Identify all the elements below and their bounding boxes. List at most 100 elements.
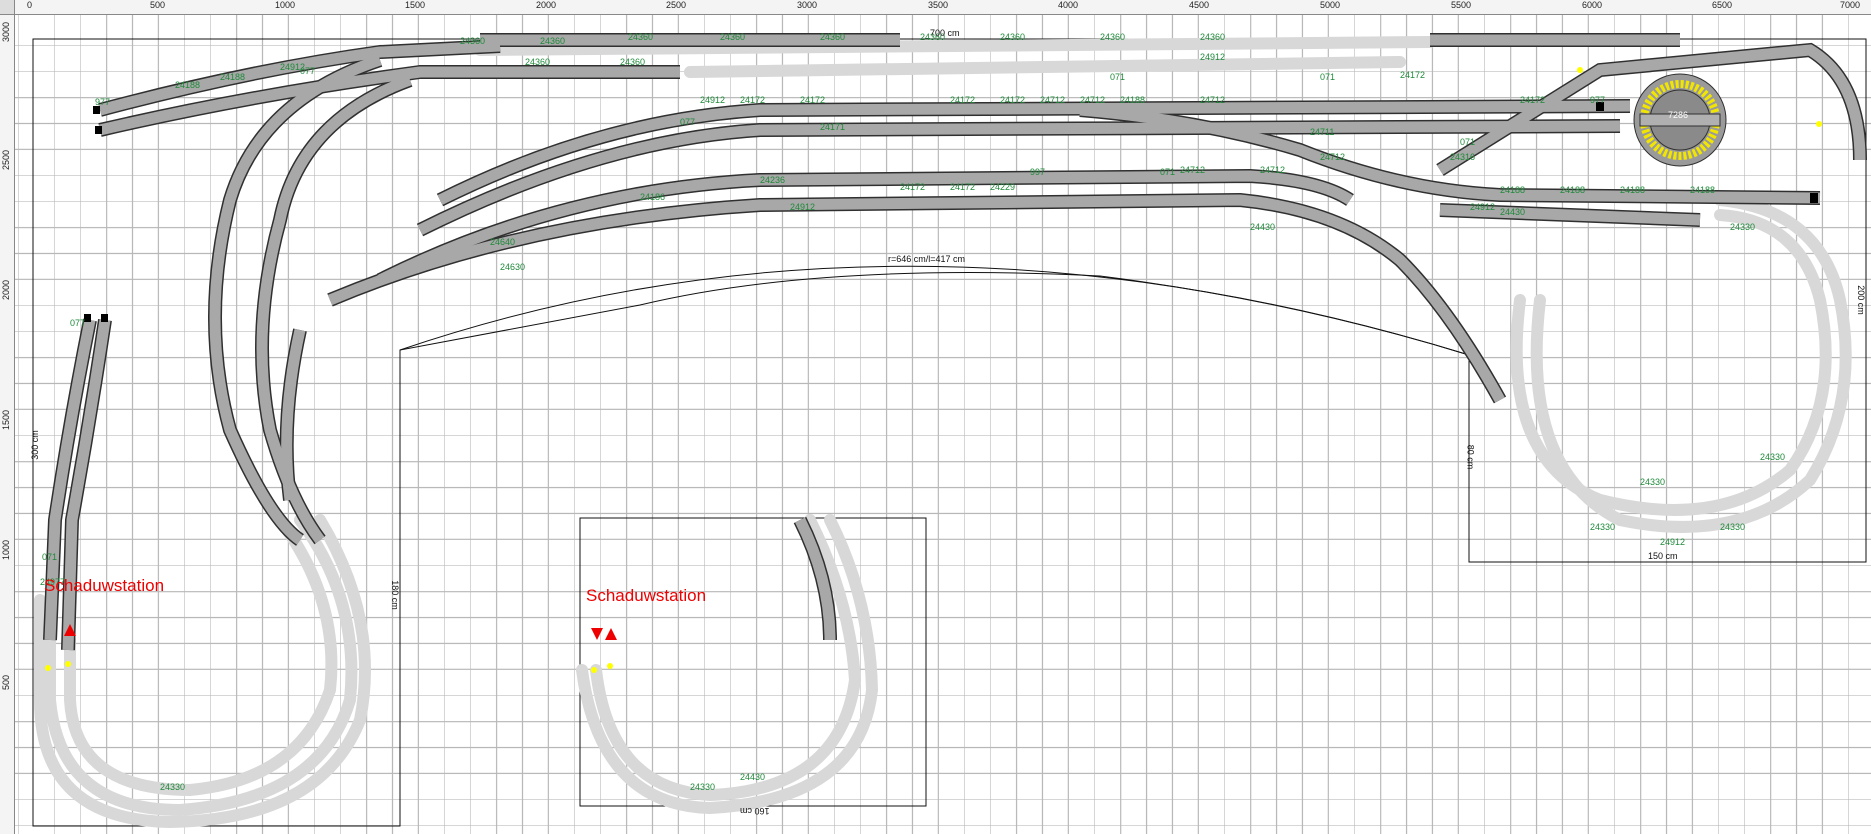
- track-number: 24360: [620, 57, 645, 67]
- track-number: 24912: [1660, 537, 1685, 547]
- track-number: 24172: [950, 95, 975, 105]
- signal-dot-icon: [1816, 121, 1822, 127]
- track-number: 24712: [1080, 95, 1105, 105]
- track-number: 24188: [175, 80, 200, 90]
- track-number: 24236: [760, 175, 785, 185]
- track-number: 24330: [690, 782, 715, 792]
- track-number: 24360: [540, 36, 565, 46]
- track-number: 24316: [1450, 152, 1475, 162]
- track-number: 24330: [1760, 452, 1785, 462]
- track-number: 071: [1160, 167, 1175, 177]
- shadow-station-label: Schaduwstation: [44, 576, 165, 595]
- track-number: 24430: [1250, 222, 1275, 232]
- track-number: 997: [1030, 167, 1045, 177]
- signal-dot-icon: [45, 665, 51, 671]
- ruler-tick: 500: [1, 674, 11, 690]
- track-number: 977: [1590, 95, 1605, 105]
- ruler-tick: 500: [150, 0, 166, 10]
- signal-dot-icon: [591, 667, 597, 673]
- track-number: 077: [680, 117, 695, 127]
- track-number: 24188: [220, 72, 245, 82]
- ruler-tick: 6500: [1712, 0, 1733, 10]
- track-number: 071: [42, 552, 57, 562]
- ruler-corner: [0, 0, 15, 15]
- track-number: 24360: [460, 36, 485, 46]
- ruler-tick: 1000: [1, 539, 11, 560]
- track-number: 24188: [1500, 185, 1525, 195]
- track-number: 24712: [1180, 165, 1205, 175]
- ruler-tick: 7000: [1840, 0, 1861, 10]
- track-number: 24229: [990, 182, 1015, 192]
- signal-triangle-icon: [605, 628, 617, 640]
- track-number: 24912: [700, 95, 725, 105]
- track-number: 24330: [160, 782, 185, 792]
- ruler-tick: 3000: [1, 21, 11, 42]
- signal-dot-icon: [1577, 67, 1583, 73]
- track-number: 24360: [820, 32, 845, 42]
- track-number: 24912: [1200, 52, 1225, 62]
- track-number: 24172: [1400, 70, 1425, 80]
- ruler-tick: 3500: [928, 0, 949, 10]
- track-number: 24188: [1560, 185, 1585, 195]
- track-number: 24188: [1620, 185, 1645, 195]
- track-number: 24360: [1100, 32, 1125, 42]
- dimension-left-height: 300 cm: [29, 430, 40, 460]
- dimension-right-height: 200 cm: [1855, 285, 1866, 315]
- dimension-left-inner: 180 cm: [389, 580, 400, 610]
- track-number: 077: [70, 318, 85, 328]
- track-number: 24912: [1470, 202, 1495, 212]
- turntable[interactable]: 7286: [1633, 73, 1727, 167]
- shadow-station-label: Schaduwstation: [586, 586, 707, 605]
- track-number: 077: [300, 66, 315, 76]
- track-number: 24360: [720, 32, 745, 42]
- track-number: 24711: [1310, 127, 1334, 137]
- track-number: 071: [1460, 137, 1475, 147]
- track-number: 071: [1110, 72, 1125, 82]
- ruler-tick: 5500: [1451, 0, 1472, 10]
- track-number: 24912: [790, 202, 815, 212]
- dimension-arc: [399, 265, 1470, 356]
- ruler-tick: 2000: [1, 279, 11, 300]
- track-number: 24360: [1000, 32, 1025, 42]
- signal-dot-icon: [607, 663, 613, 669]
- track-number: 24630: [500, 262, 525, 272]
- track-number: 24360: [628, 32, 653, 42]
- track-number: 24330: [1730, 222, 1755, 232]
- track-number: 24640: [490, 237, 515, 247]
- track-number: 24712: [1260, 165, 1285, 175]
- dimension-arc-label: r=646 cm/l=417 cm: [888, 254, 966, 264]
- turntable-label: 7286: [1668, 110, 1688, 120]
- ruler-tick: 2500: [666, 0, 687, 10]
- dimension-right-bottom: 150 cm: [1648, 551, 1678, 561]
- track-number: 24330: [1720, 522, 1745, 532]
- track-number: 24188: [1120, 95, 1145, 105]
- signal-triangle-icon: [591, 628, 603, 640]
- track-number: 24330: [1590, 522, 1615, 532]
- ruler-tick: 5000: [1320, 0, 1341, 10]
- ruler-tick: 4500: [1189, 0, 1210, 10]
- ruler-tick: 3000: [797, 0, 818, 10]
- track-number: 24430: [740, 772, 765, 782]
- track-number: 24712: [1200, 95, 1225, 105]
- ruler-tick: 1000: [275, 0, 296, 10]
- track-plan: 7286 24360 24360 24360 24360 24360 24360…: [32, 32, 1867, 829]
- ruler-tick: 0: [27, 0, 33, 10]
- track-number: 24360: [525, 57, 550, 67]
- track-number: 24330: [1640, 477, 1665, 487]
- ruler-tick: 2000: [536, 0, 557, 10]
- track-number: 977: [95, 97, 110, 107]
- track-number: 24172: [950, 182, 975, 192]
- ruler-tick: 4000: [1058, 0, 1079, 10]
- signal-dot-icon: [65, 661, 71, 667]
- track-number: 24171: [820, 122, 845, 132]
- track-number: 24172: [900, 182, 925, 192]
- track-number: 24172: [800, 95, 825, 105]
- track-number: 24172: [1000, 95, 1025, 105]
- track-number: 24188: [1690, 185, 1715, 195]
- dimension-top-width: 700 cm: [930, 28, 960, 38]
- track-number: 071: [1320, 72, 1335, 82]
- ruler-tick: 2500: [1, 149, 11, 170]
- track-number: 24172: [1520, 95, 1545, 105]
- ruler-tick: 1500: [1, 409, 11, 430]
- track-number: 24186: [640, 192, 665, 202]
